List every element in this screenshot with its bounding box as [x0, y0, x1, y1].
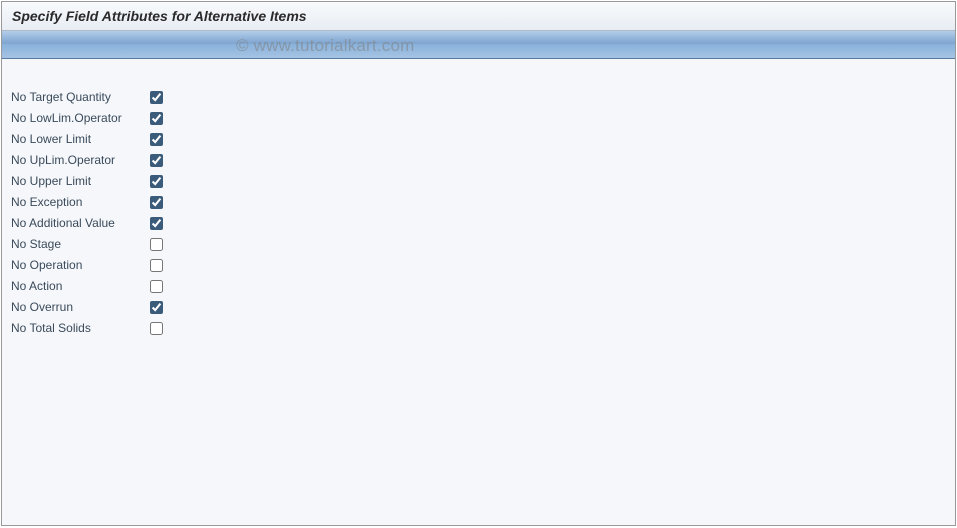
field-row: No Lower Limit — [10, 129, 955, 149]
checkbox-cell — [150, 195, 170, 209]
field-row: No Exception — [10, 192, 955, 212]
checkbox-cell — [150, 132, 170, 146]
field-checkbox[interactable] — [150, 154, 163, 167]
field-row: No Upper Limit — [10, 171, 955, 191]
field-row: No Stage — [10, 234, 955, 254]
field-checkbox[interactable] — [150, 133, 163, 146]
field-checkbox[interactable] — [150, 238, 163, 251]
page-title: Specify Field Attributes for Alternative… — [2, 2, 955, 31]
field-label: No Stage — [10, 237, 150, 251]
field-checkbox[interactable] — [150, 301, 163, 314]
field-row: No Total Solids — [10, 318, 955, 338]
field-row: No Target Quantity — [10, 87, 955, 107]
field-checkbox[interactable] — [150, 322, 163, 335]
checkbox-cell — [150, 237, 170, 251]
field-label: No Total Solids — [10, 321, 150, 335]
field-label: No Overrun — [10, 300, 150, 314]
field-label: No UpLim.Operator — [10, 153, 150, 167]
checkbox-cell — [150, 300, 170, 314]
field-row: No Action — [10, 276, 955, 296]
field-row: No Additional Value — [10, 213, 955, 233]
field-label: No Additional Value — [10, 216, 150, 230]
application-toolbar — [2, 31, 955, 59]
field-checkbox[interactable] — [150, 175, 163, 188]
checkbox-cell — [150, 90, 170, 104]
checkbox-cell — [150, 321, 170, 335]
field-label: No Target Quantity — [10, 90, 150, 104]
field-checkbox[interactable] — [150, 91, 163, 104]
field-row: No UpLim.Operator — [10, 150, 955, 170]
checkbox-cell — [150, 111, 170, 125]
field-row: No LowLim.Operator — [10, 108, 955, 128]
field-row: No Overrun — [10, 297, 955, 317]
field-checkbox[interactable] — [150, 196, 163, 209]
field-checkbox[interactable] — [150, 280, 163, 293]
field-label: No Action — [10, 279, 150, 293]
checkbox-cell — [150, 258, 170, 272]
app-frame: Specify Field Attributes for Alternative… — [1, 1, 956, 526]
checkbox-cell — [150, 279, 170, 293]
field-row: No Operation — [10, 255, 955, 275]
checkbox-cell — [150, 174, 170, 188]
field-label: No LowLim.Operator — [10, 111, 150, 125]
checkbox-cell — [150, 216, 170, 230]
field-label: No Lower Limit — [10, 132, 150, 146]
field-label: No Upper Limit — [10, 174, 150, 188]
field-checkbox[interactable] — [150, 259, 163, 272]
field-label: No Exception — [10, 195, 150, 209]
field-checkbox[interactable] — [150, 217, 163, 230]
field-label: No Operation — [10, 258, 150, 272]
checkbox-cell — [150, 153, 170, 167]
field-checkbox[interactable] — [150, 112, 163, 125]
content-area: No Target Quantity No LowLim.Operator No L… — [2, 59, 955, 338]
